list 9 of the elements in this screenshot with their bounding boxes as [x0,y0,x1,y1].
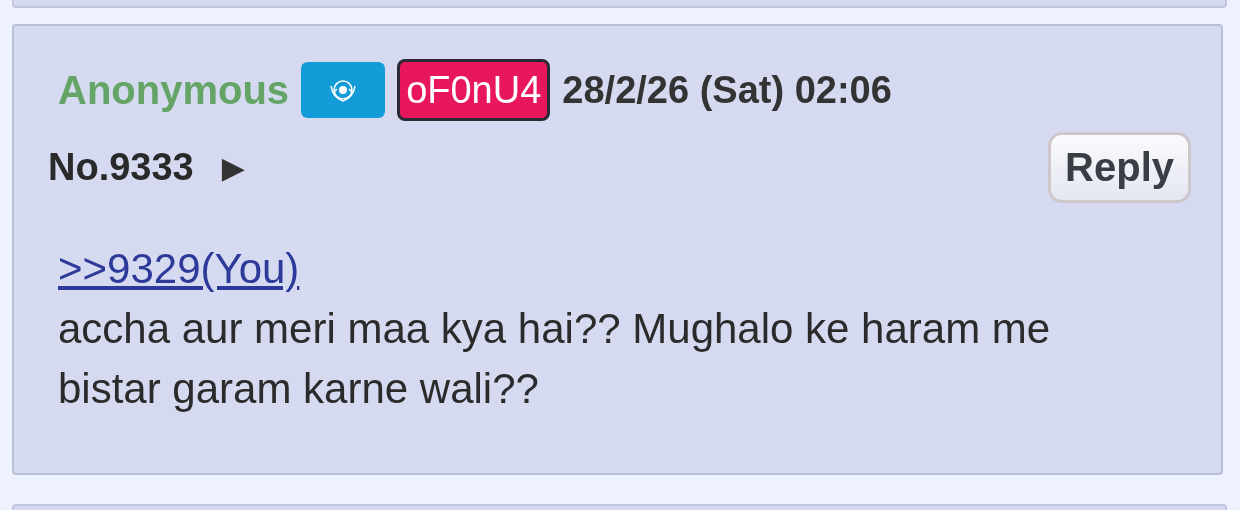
post-date: 28/2/26 (Sat) 02:06 [562,68,892,112]
reply-button[interactable]: Reply [1048,132,1191,203]
flag-icon [301,62,386,118]
poster-id: oF0nU4 [397,59,551,121]
menu-arrow[interactable]: ▶ [221,150,245,185]
poster-name: Anonymous [58,67,290,113]
post-text: accha aur meri maa kya hai?? Mughalo ke haram me bistar garam karne wali?? [58,304,1052,414]
quote-link[interactable]: >>9329(You) [58,239,300,299]
post-number[interactable]: No.9333 [48,146,194,189]
